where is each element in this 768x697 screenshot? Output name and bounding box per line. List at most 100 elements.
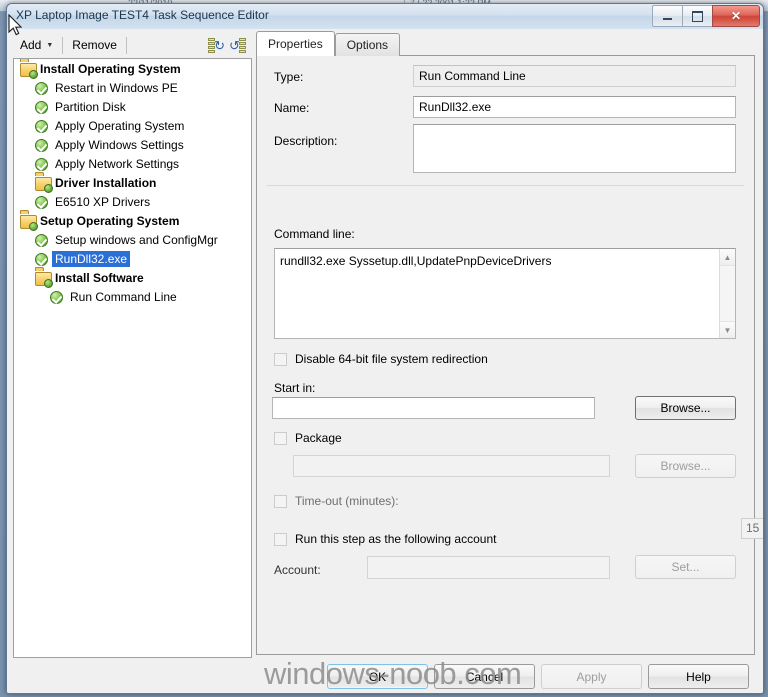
green-check-icon [35, 118, 51, 134]
command-line-input[interactable]: rundll32.exe Syssetup.dll,UpdatePnpDevic… [274, 248, 736, 339]
package-checkbox[interactable] [274, 432, 287, 445]
command-line-value: rundll32.exe Syssetup.dll,UpdatePnpDevic… [280, 254, 552, 268]
folder-icon [35, 270, 52, 286]
tree-item[interactable]: Setup Operating System [14, 211, 251, 230]
name-label: Name: [274, 101, 310, 115]
tree-item[interactable]: Apply Operating System [14, 116, 251, 135]
toolbar-separator-2 [125, 36, 127, 54]
title-bar[interactable]: XP Laptop Image TEST4 Task Sequence Edit… [7, 4, 763, 30]
run-as-account-label: Run this step as the following account [295, 532, 497, 546]
sequence-toolbar: Add ▼ Remove ↻ ↺ [13, 32, 250, 58]
tree-item[interactable]: Install Software [14, 268, 251, 287]
browse-start-in-label: Browse... [660, 401, 711, 415]
timeout-label: Time-out (minutes): [295, 494, 399, 508]
task-sequence-tree[interactable]: Install Operating System Restart in Windo… [13, 58, 252, 658]
tree-item[interactable]: Apply Network Settings [14, 154, 251, 173]
add-button[interactable]: Add ▼ [13, 34, 60, 56]
command-line-label: Command line: [274, 227, 355, 241]
account-label: Account: [274, 563, 321, 577]
apply-button-label: Apply [576, 669, 607, 684]
tree-item[interactable]: Driver Installation [14, 173, 251, 192]
right-pane: Properties Options Type: Run Command Line… [256, 31, 763, 656]
folder-icon [20, 61, 37, 77]
window-client-area: Add ▼ Remove ↻ ↺ Install Operating Syste… [7, 29, 763, 693]
mouse-cursor [8, 14, 23, 36]
tree-item-label: Run Command Line [70, 289, 177, 304]
tree-item-label: Setup Operating System [40, 213, 180, 228]
description-label: Description: [274, 134, 338, 148]
tree-item-label: Partition Disk [55, 99, 126, 114]
remove-button-label: Remove [72, 38, 117, 52]
green-check-icon [35, 156, 51, 172]
green-check-icon [35, 137, 51, 153]
command-line-scrollbar[interactable]: ▲ ▼ [719, 249, 735, 338]
scroll-up-icon[interactable]: ▲ [720, 249, 735, 266]
start-in-input[interactable] [272, 397, 595, 419]
disable-redirection-label: Disable 64-bit file system redirection [295, 352, 488, 366]
maximize-icon [692, 10, 703, 22]
timeout-stepper: 15 ▲ ▼ [741, 518, 763, 539]
browse-package-button: Browse... [635, 454, 736, 478]
chevron-down-icon: ▼ [46, 41, 54, 49]
browse-start-in-button[interactable]: Browse... [635, 396, 736, 420]
close-button[interactable]: ✕ [712, 5, 760, 27]
tree-item-label: Install Operating System [40, 61, 181, 76]
type-label: Type: [274, 70, 304, 84]
green-check-icon [35, 80, 51, 96]
folder-icon [20, 213, 37, 229]
tree-item-label: Driver Installation [55, 175, 157, 190]
tab-options[interactable]: Options [334, 33, 401, 56]
add-button-label: Add [20, 38, 42, 52]
browse-package-label: Browse... [660, 459, 711, 473]
green-check-icon [50, 289, 66, 305]
timeout-value: 15 [746, 521, 760, 535]
timeout-checkbox[interactable] [274, 495, 287, 508]
properties-tab-page: Type: Run Command Line Name: RunDll32.ex… [256, 55, 763, 655]
tree-item[interactable]: Install Operating System [14, 59, 251, 78]
description-input[interactable] [413, 124, 736, 173]
move-down-icon[interactable]: ↺ [229, 37, 246, 54]
run-as-account-checkbox[interactable] [274, 533, 287, 546]
minimize-button[interactable] [652, 5, 682, 27]
tree-item[interactable]: RunDll32.exe [14, 249, 251, 268]
package-input [293, 455, 610, 477]
help-button-label: Help [686, 669, 711, 684]
name-input[interactable]: RunDll32.exe [413, 96, 736, 118]
window-controls: ✕ [652, 5, 760, 27]
tree-item-label: Apply Windows Settings [55, 137, 184, 152]
move-up-icon[interactable]: ↻ [208, 37, 225, 54]
tree-item-label: Restart in Windows PE [55, 80, 178, 95]
tab-label: Options [346, 38, 389, 52]
start-in-label: Start in: [274, 381, 316, 395]
tree-item[interactable]: E6510 XP Drivers [14, 192, 251, 211]
maximize-button[interactable] [682, 5, 712, 27]
disable-redirection-checkbox[interactable] [274, 353, 287, 366]
tree-item[interactable]: Restart in Windows PE [14, 78, 251, 97]
toolbar-icon-group: ↻ ↺ [208, 37, 250, 54]
tree-item[interactable]: Partition Disk [14, 97, 251, 116]
green-check-icon [35, 232, 51, 248]
type-value: Run Command Line [413, 65, 736, 87]
tree-item[interactable]: Setup windows and ConfigMgr [14, 230, 251, 249]
green-check-icon [35, 99, 51, 115]
set-account-label: Set... [671, 560, 700, 574]
scroll-down-icon[interactable]: ▼ [720, 321, 735, 338]
green-check-icon [35, 251, 51, 267]
remove-button[interactable]: Remove [65, 34, 124, 56]
tab-properties[interactable]: Properties [256, 31, 335, 56]
tree-item[interactable]: Run Command Line [14, 287, 251, 306]
tab-strip: Properties Options [256, 31, 401, 56]
tree-item-label: Apply Network Settings [55, 156, 180, 171]
site-watermark: windows-noob.com [264, 656, 522, 691]
tab-label: Properties [268, 37, 323, 51]
help-button[interactable]: Help [648, 664, 749, 689]
divider-1 [267, 185, 744, 186]
package-label: Package [295, 431, 342, 445]
tree-item-label: RunDll32.exe [52, 250, 131, 267]
minimize-icon [663, 18, 672, 20]
tree-item[interactable]: Apply Windows Settings [14, 135, 251, 154]
account-input [367, 556, 610, 579]
set-account-button: Set... [635, 555, 736, 579]
folder-icon [35, 175, 52, 191]
tree-item-label: E6510 XP Drivers [55, 194, 151, 209]
